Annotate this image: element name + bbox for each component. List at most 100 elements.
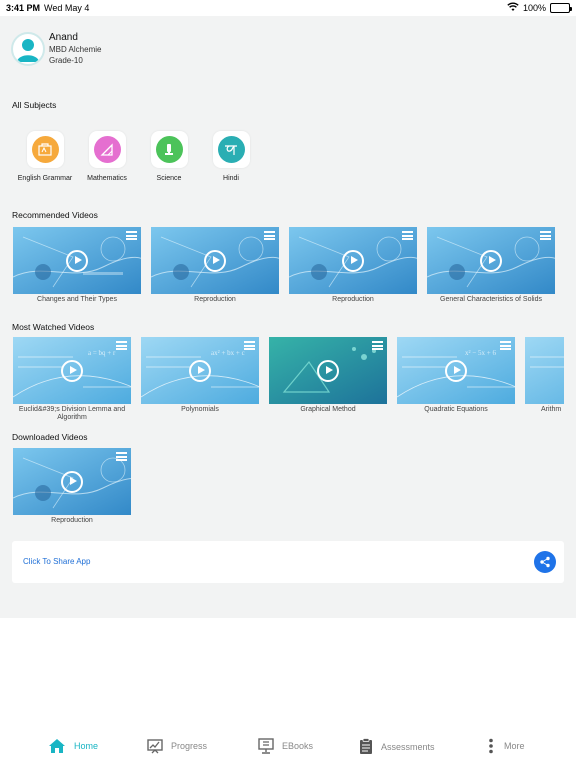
tab-label: More	[504, 741, 525, 751]
tab-progress[interactable]: Progress	[147, 738, 207, 754]
tab-more[interactable]: More	[486, 738, 525, 754]
subject-hindi[interactable]: Hindi	[200, 131, 262, 182]
svg-text:x² − 5x + 6: x² − 5x + 6	[465, 349, 496, 357]
profile-grade: Grade-10	[49, 56, 83, 65]
menu-icon[interactable]	[126, 231, 137, 240]
video-thumbnail[interactable]: ax² + bx + c	[141, 337, 259, 404]
play-icon	[317, 359, 339, 382]
play-icon	[204, 249, 226, 272]
menu-icon[interactable]	[116, 341, 127, 350]
subject-tile[interactable]	[26, 131, 64, 168]
video-title: Reproduction	[194, 296, 236, 303]
subject-tile[interactable]	[150, 131, 188, 168]
svg-text:ax² + bx + c: ax² + bx + c	[211, 349, 245, 357]
play-icon	[342, 249, 364, 272]
video-thumbnail[interactable]	[13, 227, 141, 294]
video-title: Reproduction	[332, 296, 374, 303]
wifi-icon	[507, 2, 519, 14]
menu-icon[interactable]	[402, 231, 413, 240]
video-title: Euclid&#39;s Division Lemma and Algorith…	[18, 406, 126, 421]
tab-label: Home	[74, 741, 99, 751]
menu-icon[interactable]	[116, 452, 127, 461]
subject-science[interactable]: Science	[138, 131, 200, 182]
subject-label: Hindi	[223, 175, 239, 182]
video-title: Arithm	[541, 406, 562, 413]
video-title: Reproduction	[51, 517, 93, 524]
home-content: Anand MBD Alchemie Grade-10 All Subjects…	[0, 16, 576, 618]
menu-icon[interactable]	[500, 341, 511, 350]
profile-name: Anand	[49, 32, 78, 43]
play-icon	[189, 359, 211, 382]
bottom-tab-bar: Home Progress EBooks Assessments More	[0, 730, 576, 768]
science-icon	[155, 136, 183, 163]
profile-school: MBD Alchemie	[49, 45, 102, 54]
video-card[interactable]: Graphical Method	[269, 337, 387, 422]
video-title: Graphical Method	[300, 406, 356, 413]
video-title: Quadratic Equations	[424, 406, 488, 413]
subject-label: Mathematics	[87, 175, 127, 182]
menu-icon[interactable]	[372, 341, 383, 350]
battery-percent: 100%	[522, 3, 546, 13]
play-icon	[480, 249, 502, 272]
video-thumbnail[interactable]: a = bq + r	[13, 337, 131, 404]
video-title: Polynomials	[181, 406, 219, 413]
subject-tile[interactable]	[212, 131, 250, 168]
menu-icon[interactable]	[264, 231, 275, 240]
video-card[interactable]: Changes and Their Types	[13, 227, 141, 304]
share-app-link[interactable]: Click To Share App	[23, 557, 90, 566]
tab-home[interactable]: Home	[48, 738, 98, 754]
video-card[interactable]: a = bq + r Euclid&#39;s Division Lemma a…	[13, 337, 131, 422]
subject-mathematics[interactable]: Mathematics	[76, 131, 138, 182]
tab-label: Assessments	[381, 741, 435, 752]
play-icon	[445, 359, 467, 382]
video-card[interactable]: Reproduction	[151, 227, 279, 304]
tab-ebooks[interactable]: EBooks	[258, 738, 313, 754]
video-card[interactable]: ax² + bx + c Polynomials	[141, 337, 259, 422]
avatar-icon[interactable]	[11, 32, 45, 66]
tab-assessments[interactable]: Assessments	[359, 738, 435, 755]
video-thumbnail[interactable]	[269, 337, 387, 404]
subject-english-grammar[interactable]: English Grammar	[14, 131, 76, 182]
video-thumbnail[interactable]	[289, 227, 417, 294]
english-grammar-icon	[31, 136, 59, 163]
profile-header[interactable]: Anand MBD Alchemie Grade-10	[11, 32, 101, 66]
most-watched-videos-title: Most Watched Videos	[12, 322, 95, 332]
video-card[interactable]: General Characteristics of Solids	[427, 227, 555, 304]
progress-icon	[147, 739, 163, 754]
subjects-list: English Grammar Mathematics Science Hind…	[14, 131, 262, 182]
share-icon	[540, 556, 550, 568]
profile-details: Anand MBD Alchemie Grade-10	[49, 32, 101, 66]
menu-icon[interactable]	[244, 341, 255, 350]
share-app-card[interactable]: Click To Share App	[12, 541, 564, 583]
assessments-icon	[360, 738, 372, 754]
share-button[interactable]	[534, 551, 556, 573]
tab-label: EBooks	[282, 741, 314, 751]
recommended-videos-title: Recommended Videos	[12, 210, 98, 220]
home-icon	[49, 739, 65, 753]
play-icon	[61, 359, 83, 382]
play-icon	[61, 470, 83, 493]
video-card[interactable]: Reproduction	[13, 448, 131, 525]
video-thumbnail[interactable]	[427, 227, 555, 294]
subject-label: Science	[156, 175, 182, 182]
video-card[interactable]: Arithm	[525, 337, 564, 422]
mathematics-icon	[93, 136, 121, 163]
video-thumbnail[interactable]	[151, 227, 279, 294]
video-card[interactable]: x² − 5x + 6 Quadratic Equations	[397, 337, 515, 422]
ebooks-icon	[258, 738, 274, 754]
video-thumbnail[interactable]	[13, 448, 131, 515]
more-icon	[489, 738, 493, 754]
subject-tile[interactable]	[88, 131, 126, 168]
menu-icon[interactable]	[540, 231, 551, 240]
video-title: Changes and Their Types	[37, 296, 117, 303]
subject-label: English Grammar	[17, 175, 73, 182]
play-icon	[66, 249, 88, 272]
video-thumbnail[interactable]: x² − 5x + 6	[397, 337, 515, 404]
all-subjects-title: All Subjects	[12, 100, 57, 110]
tab-label: Progress	[171, 741, 208, 751]
video-card[interactable]: Reproduction	[289, 227, 417, 304]
status-right: 100%	[507, 2, 572, 14]
video-thumbnail[interactable]	[525, 337, 564, 404]
hindi-icon	[217, 136, 245, 163]
status-bar: 3:41 PM Wed May 4 100%	[0, 0, 576, 16]
